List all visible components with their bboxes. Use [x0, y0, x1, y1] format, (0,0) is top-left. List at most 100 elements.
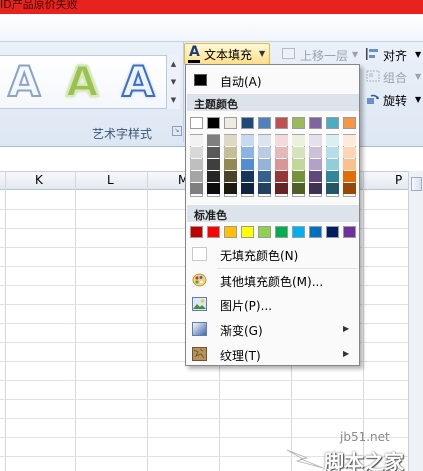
wordart-style-white-outline[interactable]: A [7, 56, 41, 108]
theme-color-swatch[interactable] [309, 117, 322, 129]
theme-shade-swatch[interactable] [343, 135, 356, 146]
standard-colors-heading-label: 标准色 [194, 209, 227, 222]
theme-shade-swatch[interactable] [309, 135, 322, 146]
theme-color-swatch[interactable] [207, 117, 220, 129]
theme-shade-swatch[interactable] [275, 171, 288, 182]
theme-shade-swatch[interactable] [207, 147, 220, 158]
theme-shade-swatch[interactable] [292, 159, 305, 170]
theme-color-swatch[interactable] [275, 117, 288, 129]
theme-shade-swatch[interactable] [309, 171, 322, 182]
rotate-button[interactable]: 旋转 ▼ [366, 91, 423, 109]
theme-shade-swatch[interactable] [241, 183, 254, 194]
theme-shade-swatch[interactable] [241, 159, 254, 170]
theme-shade-swatch[interactable] [207, 183, 220, 194]
standard-color-swatch[interactable] [241, 226, 254, 238]
theme-color-swatch[interactable] [258, 117, 271, 129]
menu-item-gradient[interactable]: 渐变(G) ▶ [187, 318, 358, 340]
theme-shade-swatch[interactable] [207, 135, 220, 146]
theme-shade-swatch[interactable] [275, 147, 288, 158]
theme-shade-swatch[interactable] [241, 171, 254, 182]
theme-color-swatch[interactable] [224, 117, 237, 129]
theme-shade-swatch[interactable] [326, 171, 339, 182]
gallery-scroll[interactable]: ▲ ▼ ▼ [166, 55, 180, 109]
column-header-l[interactable]: L [107, 173, 114, 187]
theme-shade-swatch[interactable] [207, 171, 220, 182]
theme-shade-swatch[interactable] [292, 135, 305, 146]
standard-color-swatch[interactable] [258, 226, 271, 238]
theme-shade-swatch[interactable] [326, 183, 339, 194]
theme-shade-swatch[interactable] [292, 171, 305, 182]
theme-shade-swatch[interactable] [258, 159, 271, 170]
theme-shade-swatch[interactable] [258, 147, 271, 158]
standard-color-swatch[interactable] [224, 226, 237, 238]
theme-shade-swatch[interactable] [326, 135, 339, 146]
standard-color-swatch[interactable] [292, 226, 305, 238]
menu-item-more-colors[interactable]: 其他填充颜色(M)... [187, 269, 358, 291]
theme-shade-swatch[interactable] [241, 135, 254, 146]
column-gridline [75, 171, 76, 471]
theme-shade-swatch[interactable] [190, 159, 203, 170]
theme-shade-swatch[interactable] [292, 147, 305, 158]
theme-shade-swatch[interactable] [207, 159, 220, 170]
menu-item-texture[interactable]: 纹理(T) ▶ [187, 343, 358, 365]
standard-color-swatch[interactable] [190, 226, 203, 238]
theme-shade-swatch[interactable] [343, 147, 356, 158]
dialog-launcher-icon[interactable]: ↘ [172, 126, 182, 136]
align-button[interactable]: 对齐 ▼ [366, 46, 423, 64]
theme-shade-swatch[interactable] [224, 147, 237, 158]
theme-shade-swatch[interactable] [224, 183, 237, 194]
theme-shade-swatch[interactable] [190, 147, 203, 158]
menu-item-no-fill[interactable]: 无填充颜色(N) [187, 243, 358, 265]
standard-color-swatch[interactable] [343, 226, 356, 238]
standard-color-swatch[interactable] [275, 226, 288, 238]
theme-shade-swatch[interactable] [275, 135, 288, 146]
theme-shade-swatch[interactable] [258, 183, 271, 194]
theme-shade-swatch[interactable] [275, 183, 288, 194]
theme-shade-swatch[interactable] [190, 183, 203, 194]
menu-item-picture[interactable]: 图片(P)... [187, 293, 358, 315]
theme-color-swatch[interactable] [292, 117, 305, 129]
theme-shade-swatch[interactable] [326, 147, 339, 158]
standard-color-swatch[interactable] [309, 226, 322, 238]
theme-shade-swatch[interactable] [190, 135, 203, 146]
group-button[interactable]: 组合 ▼ [366, 68, 423, 86]
theme-shade-swatch[interactable] [343, 171, 356, 182]
theme-shade-swatch[interactable] [224, 135, 237, 146]
theme-shade-swatch[interactable] [275, 159, 288, 170]
column-gridline [147, 171, 148, 471]
theme-shade-swatch[interactable] [241, 147, 254, 158]
standard-color-swatch[interactable] [326, 226, 339, 238]
gallery-up-icon[interactable]: ▲ [167, 55, 180, 73]
theme-shade-swatch[interactable] [343, 183, 356, 194]
column-header-k[interactable]: K [35, 173, 43, 187]
text-fill-button[interactable]: A 文本填充 ▼ [184, 43, 270, 65]
menu-item-automatic[interactable]: 自动(A) [187, 69, 358, 91]
theme-color-swatch[interactable] [343, 117, 356, 129]
wordart-style-green-glow[interactable]: A [65, 56, 99, 108]
wordart-style-blue-outline[interactable]: A [121, 56, 155, 108]
text-fill-dropdown-menu: 自动(A) 主题颜色 标准色 无填充颜色(N) 其他填充颜色(M)... 图片(… [185, 64, 360, 366]
theme-shade-swatch[interactable] [190, 171, 203, 182]
theme-color-swatch[interactable] [190, 117, 203, 129]
column-gridline [5, 171, 6, 471]
theme-shade-swatch[interactable] [258, 135, 271, 146]
wordart-styles-gallery[interactable]: A A A [0, 55, 180, 109]
theme-shade-swatch[interactable] [309, 183, 322, 194]
theme-shade-swatch[interactable] [326, 159, 339, 170]
scrollbar-thumb[interactable] [411, 177, 422, 191]
vertical-scrollbar[interactable] [408, 171, 423, 471]
theme-color-swatch[interactable] [326, 117, 339, 129]
column-header-p[interactable]: P [395, 173, 402, 187]
bring-forward-button[interactable]: 上移一层 ▼ [282, 46, 360, 64]
gallery-more-icon[interactable]: ▼ [167, 91, 180, 109]
theme-shade-swatch[interactable] [343, 159, 356, 170]
theme-shade-swatch[interactable] [258, 171, 271, 182]
theme-shade-swatch[interactable] [309, 147, 322, 158]
theme-shade-swatch[interactable] [292, 183, 305, 194]
theme-shade-swatch[interactable] [309, 159, 322, 170]
theme-shade-swatch[interactable] [224, 159, 237, 170]
standard-color-swatch[interactable] [207, 226, 220, 238]
theme-shade-swatch[interactable] [224, 171, 237, 182]
gallery-down-icon[interactable]: ▼ [167, 73, 180, 91]
theme-color-swatch[interactable] [241, 117, 254, 129]
